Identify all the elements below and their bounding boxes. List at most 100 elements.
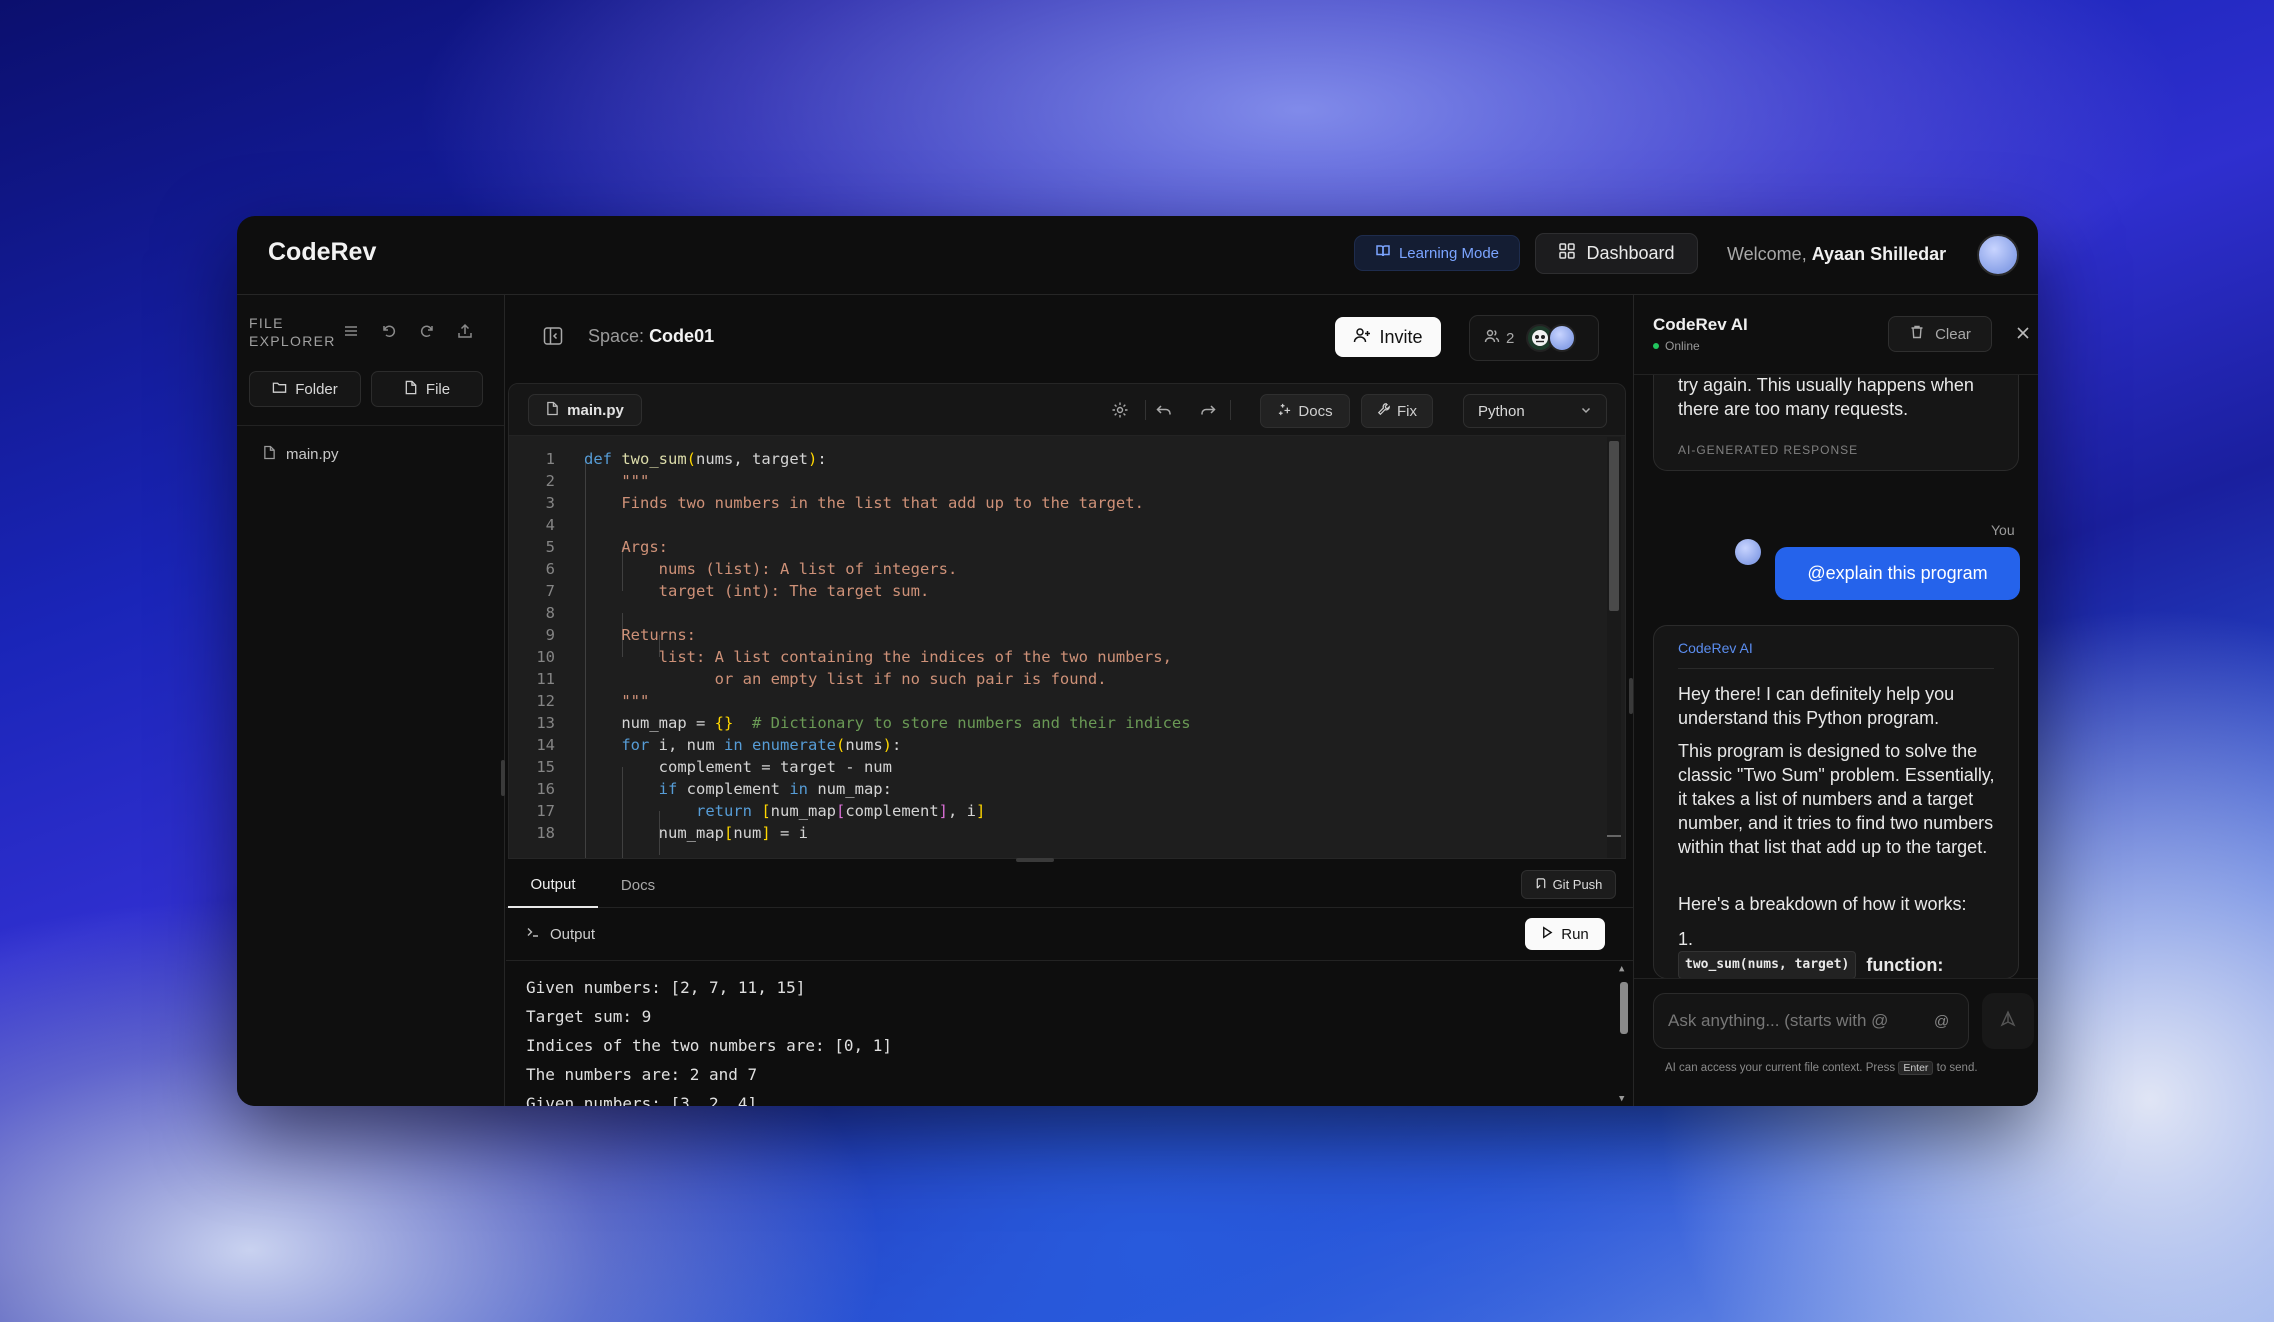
add-user-icon: [1353, 326, 1371, 349]
folder-icon: [272, 380, 287, 399]
output-tabs: Output Docs Git Push: [506, 862, 1636, 908]
docs-button[interactable]: Docs: [1260, 394, 1350, 428]
play-icon: [1541, 925, 1553, 943]
inline-code: two_sum(nums, target): [1678, 951, 1857, 979]
output-console[interactable]: Given numbers: [2, 7, 11, 15] Target sum…: [506, 962, 1636, 1106]
scrollbar-thumb[interactable]: [1609, 441, 1619, 611]
grid-icon: [1558, 242, 1576, 265]
ai-panel: try again. This usually happens when the…: [1633, 295, 2038, 1106]
invite-label: Invite: [1379, 326, 1423, 347]
file-explorer: FILE EXPLORER Folder File main.py: [237, 295, 505, 1106]
input-placeholder: Ask anything... (starts with @: [1668, 1011, 1889, 1030]
avatar: [1735, 539, 1761, 565]
tab-docs[interactable]: Docs: [598, 862, 678, 908]
ai-panel-header: CodeRev AI Online Clear: [1634, 295, 2038, 375]
scroll-down-icon[interactable]: ▼: [1619, 1094, 1624, 1104]
response-divider: [1678, 668, 1994, 669]
toolbar-divider: [1145, 400, 1146, 420]
git-push-button[interactable]: Git Push: [1521, 870, 1616, 899]
close-icon[interactable]: [2015, 325, 2033, 343]
online-status: Online: [1653, 339, 1700, 353]
console-line: Target sum: 9: [526, 1007, 652, 1026]
user-avatar[interactable]: [1977, 234, 2019, 276]
app-window: CodeRev Learning Mode Dashboard Welcome,…: [237, 216, 2038, 1106]
code-content[interactable]: 1 def two_sum(nums, target): 2 """ 3 Find…: [509, 437, 1607, 858]
console-line: Indices of the two numbers are: [0, 1]: [526, 1036, 893, 1055]
sidebar-resize-handle[interactable]: [501, 760, 505, 796]
editor-toolbar: main.py Docs Fix Python: [509, 384, 1625, 436]
output-header-text: Output: [550, 925, 596, 943]
user-message-bubble: @explain this program: [1775, 547, 2020, 600]
output-label: Output: [526, 925, 595, 943]
fix-button[interactable]: Fix: [1361, 394, 1433, 428]
output-header: Output Run: [506, 908, 1636, 961]
response-list-number: 1.: [1678, 929, 1694, 949]
function-word: function:: [1866, 955, 1944, 975]
you-label: You: [1991, 522, 2015, 538]
redo-icon[interactable]: [1198, 400, 1218, 420]
toolbar-divider: [1230, 400, 1231, 420]
learning-mode-button[interactable]: Learning Mode: [1354, 235, 1520, 271]
ai-input-area: Ask anything... (starts with @ @ AI can …: [1634, 978, 2038, 1106]
welcome-prefix: Welcome,: [1727, 244, 1807, 264]
response-paragraph: This program is designed to solve the cl…: [1678, 741, 1995, 857]
mention-icon[interactable]: @: [1934, 1013, 1949, 1030]
undo-icon[interactable]: [379, 321, 399, 341]
tab-output[interactable]: Output: [508, 862, 598, 908]
scroll-up-icon[interactable]: ▲: [1619, 964, 1624, 974]
new-folder-button[interactable]: Folder: [249, 371, 361, 407]
settings-icon[interactable]: [1110, 400, 1130, 420]
code-editor: main.py Docs Fix Python 1 def two_sum(nu…: [508, 383, 1626, 859]
space-name: Code01: [649, 326, 715, 346]
send-icon: [1999, 1009, 2017, 1033]
upload-icon[interactable]: [455, 321, 475, 341]
message-text: try again. This usually happens when the…: [1678, 375, 1974, 419]
file-item-label: main.py: [286, 446, 339, 463]
invite-button[interactable]: Invite: [1335, 317, 1441, 357]
response-paragraph: Hey there! I can definitely help you und…: [1678, 684, 1955, 728]
git-icon: [1535, 877, 1547, 893]
ai-input-hint: AI can access your current file context.…: [1665, 1061, 1978, 1075]
clear-button[interactable]: Clear: [1888, 316, 1992, 352]
file-icon: [546, 401, 559, 420]
scrollbar-thumb[interactable]: [1620, 982, 1628, 1034]
language-value: Python: [1478, 402, 1525, 420]
brand-logo: CodeRev: [268, 238, 377, 266]
file-item-main-py[interactable]: main.py: [263, 445, 339, 464]
tab-main-py[interactable]: main.py: [528, 394, 642, 426]
space-bar: Space: Code01 Invite 2: [506, 295, 1636, 381]
send-button[interactable]: [1982, 993, 2034, 1049]
folder-button-label: Folder: [295, 380, 338, 398]
enter-key: Enter: [1898, 1061, 1934, 1075]
sidebar-toggle-icon[interactable]: [542, 325, 564, 347]
clear-label: Clear: [1935, 325, 1971, 343]
welcome-text: Welcome, Ayaan Shilledar: [1727, 244, 1946, 265]
dashboard-button[interactable]: Dashboard: [1535, 233, 1698, 274]
run-label: Run: [1561, 925, 1589, 943]
collaborators[interactable]: 2: [1469, 315, 1599, 361]
ai-response-card: CodeRev AI Hey there! I can definitely h…: [1653, 625, 2019, 979]
file-explorer-title: FILE EXPLORER: [249, 315, 336, 349]
chevron-down-icon: [1580, 403, 1592, 420]
run-button[interactable]: Run: [1525, 918, 1605, 950]
editor-scrollbar[interactable]: [1607, 437, 1621, 858]
user-name: Ayaan Shilledar: [1811, 244, 1947, 264]
file-explorer-actions: [341, 321, 475, 341]
learning-mode-label: Learning Mode: [1398, 244, 1500, 262]
undo-icon[interactable]: [1154, 400, 1174, 420]
language-select[interactable]: Python: [1463, 394, 1607, 428]
dashboard-label: Dashboard: [1586, 243, 1675, 263]
top-bar: CodeRev Learning Mode Dashboard Welcome,…: [237, 216, 2038, 295]
file-button-label: File: [425, 380, 451, 398]
file-icon: [263, 445, 276, 464]
console-scrollbar[interactable]: ▲ ▼: [1618, 962, 1630, 1106]
users-icon: [1484, 328, 1500, 348]
tab-label: main.py: [567, 401, 624, 419]
status-dot-icon: [1653, 343, 1659, 349]
console-line: Given numbers: [2, 7, 11, 15]: [526, 978, 806, 997]
ai-chat-input[interactable]: Ask anything... (starts with @: [1653, 993, 1969, 1049]
ai-generated-tag: AI-GENERATED RESPONSE: [1678, 443, 1859, 457]
menu-icon[interactable]: [341, 321, 361, 341]
new-file-button[interactable]: File: [371, 371, 483, 407]
refresh-icon[interactable]: [417, 321, 437, 341]
